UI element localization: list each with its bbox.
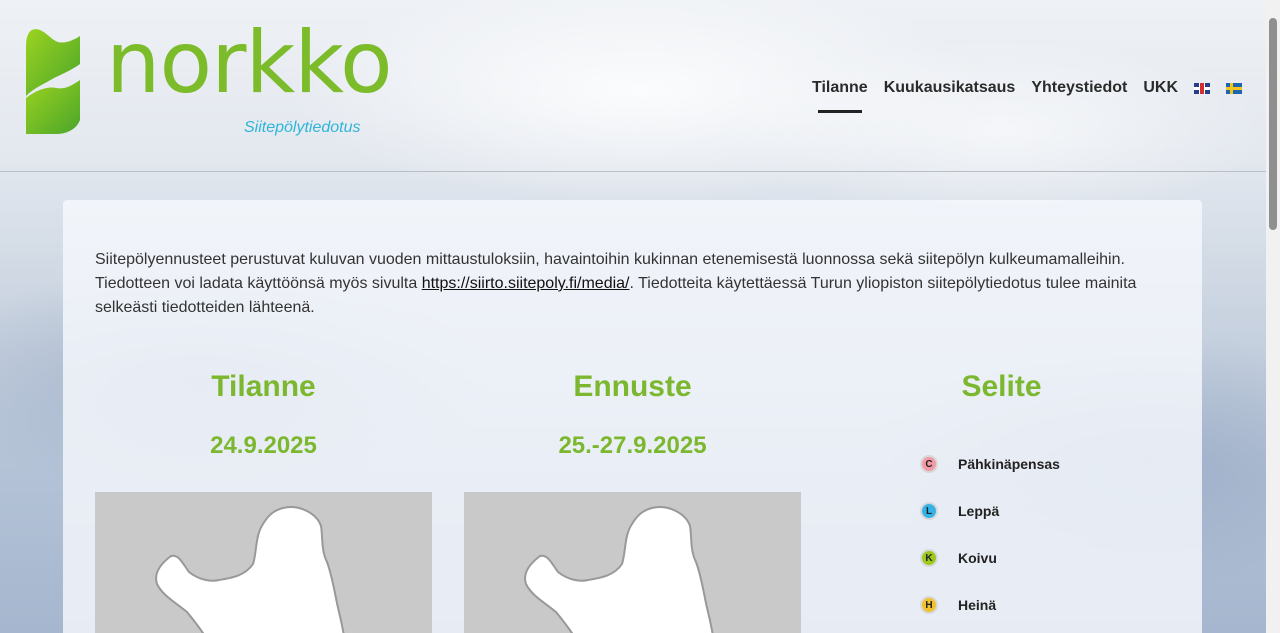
finland-map-icon xyxy=(524,506,714,633)
legend-item: K Koivu xyxy=(920,548,1060,568)
finland-map-icon xyxy=(155,506,345,633)
nav-item-ukk[interactable]: UKK xyxy=(1143,79,1178,97)
forecast-title: Ennuste xyxy=(573,370,692,403)
intro-paragraph: Siitepölyennusteet perustuvat kuluvan vu… xyxy=(95,248,1165,320)
page-scrollbar[interactable] xyxy=(1266,0,1280,633)
norkko-logo[interactable]: norkko Siitepölytiedotus xyxy=(22,20,393,141)
grass-dot-icon: H xyxy=(920,596,938,614)
legend-item: H Heinä xyxy=(920,595,1060,615)
legend-label: Leppä xyxy=(958,503,1000,519)
pollen-legend: C Pähkinäpensas L Leppä K Koivu H Heinä xyxy=(920,454,1060,633)
legend-label: Heinä xyxy=(958,597,997,613)
birch-dot-icon: K xyxy=(920,549,938,567)
nav-item-kuukausikatsaus[interactable]: Kuukausikatsaus xyxy=(884,79,1016,97)
forecast-date: 25.-27.9.2025 xyxy=(558,432,707,459)
legend-column: Selite xyxy=(833,370,1170,404)
uk-flag-icon[interactable] xyxy=(1194,82,1210,94)
forecast-map xyxy=(464,492,801,633)
content-panel: Siitepölyennusteet perustuvat kuluvan vu… xyxy=(63,200,1202,633)
scrollbar-thumb[interactable] xyxy=(1269,18,1277,230)
site-header: norkko Siitepölytiedotus Tilanne Kuukaus… xyxy=(0,0,1266,172)
logo-wordmark: norkko xyxy=(106,13,393,113)
legend-label: Pähkinäpensas xyxy=(958,456,1060,472)
current-column: Tilanne 24.9.2025 xyxy=(95,370,432,460)
legend-title: Selite xyxy=(961,370,1042,403)
legend-item: C Pähkinäpensas xyxy=(920,454,1060,474)
nav-item-tilanne[interactable]: Tilanne xyxy=(812,79,868,113)
sweden-flag-icon[interactable] xyxy=(1226,82,1242,94)
current-date: 24.9.2025 xyxy=(210,432,317,459)
main-nav: Tilanne Kuukausikatsaus Yhteystiedot UKK xyxy=(796,79,1242,113)
nav-item-yhteystiedot[interactable]: Yhteystiedot xyxy=(1031,79,1127,97)
current-map xyxy=(95,492,432,633)
current-title: Tilanne xyxy=(211,370,316,403)
alder-dot-icon: L xyxy=(920,502,938,520)
legend-item: L Leppä xyxy=(920,501,1060,521)
hazel-dot-icon: C xyxy=(920,455,938,473)
legend-label: Koivu xyxy=(958,550,997,566)
leaf-logo-icon xyxy=(26,29,80,134)
forecast-column: Ennuste 25.-27.9.2025 xyxy=(464,370,801,460)
logo-tagline: Siitepölytiedotus xyxy=(244,119,361,136)
media-link[interactable]: https://siirto.siitepoly.fi/media/ xyxy=(422,275,630,292)
